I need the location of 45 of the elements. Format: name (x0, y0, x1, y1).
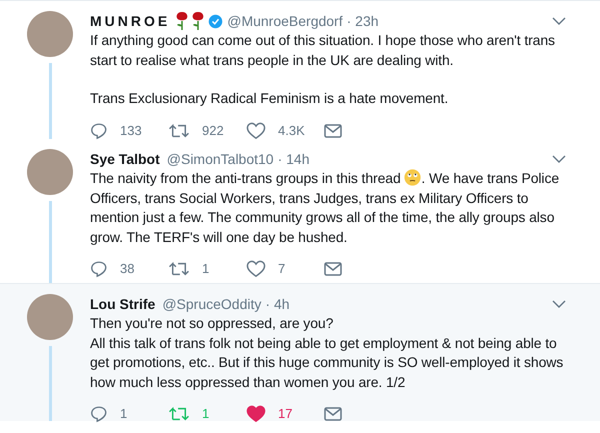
tweet-text: If anything good can come out of this situation. I hope those who aren't trans start to realise what trans people in the UK are dealing with. (90, 31, 556, 70)
tweet-time[interactable]: · 23h (346, 11, 379, 31)
heart-icon (246, 122, 266, 140)
message-button[interactable] (324, 122, 342, 138)
reply-icon (90, 405, 108, 423)
avatar[interactable] (27, 294, 73, 340)
retweet-button[interactable]: 922 (168, 120, 246, 140)
like-button[interactable]: 4.3K (246, 120, 324, 140)
like-button[interactable]: 17 (246, 404, 324, 424)
reply-icon (90, 122, 108, 140)
reply-button[interactable]: 133 (90, 120, 168, 140)
retweet-icon (168, 405, 190, 423)
like-button[interactable]: 7 (246, 259, 324, 279)
user-name[interactable]: MUNROE (90, 11, 170, 31)
retweet-icon (168, 260, 190, 278)
reply-button[interactable]: 1 (90, 404, 168, 424)
heart-icon (246, 260, 266, 278)
rose-icon (175, 11, 190, 31)
reply-button[interactable]: 38 (90, 259, 168, 279)
chevron-down-icon[interactable] (552, 16, 566, 26)
retweet-button[interactable]: 1 (168, 259, 246, 279)
message-button[interactable] (324, 261, 342, 277)
retweet-icon (168, 122, 190, 140)
tweet-time[interactable]: · 4h (265, 294, 290, 314)
heart-icon (246, 405, 266, 423)
tweet-text: Trans Exclusionary Radical Feminism is a hate movement. (90, 89, 450, 108)
tweet-text: The naivity from the anti-trans groups in this thread . We have trans Police Officers, trans Social Workers, trans Judges, trans ex Military Officers to mention just a few. The community grows all of the time, the ally groups also grow. The TERF's will one day be hushed. (90, 169, 560, 247)
tweet-text: Then you're not so oppressed, are you? All this talk of trans folk not being able to get employment & not being able to get promotions, etc.. But if this huge community is SO well-employed it shows how much less oppressed than women you are. 1/2 (90, 314, 564, 392)
tweet-time[interactable]: · 14h (278, 149, 310, 169)
user-name[interactable]: Lou Strife (90, 294, 156, 314)
envelope-icon (324, 406, 342, 422)
eye-roll-emoji-icon (404, 169, 422, 186)
user-name[interactable]: Sye Talbot (90, 149, 160, 169)
chevron-down-icon[interactable] (552, 154, 566, 164)
avatar[interactable] (27, 11, 73, 57)
message-button[interactable] (324, 406, 342, 422)
user-handle[interactable]: @SpruceOddity (162, 294, 262, 314)
user-handle[interactable]: @SimonTalbot10 (166, 149, 274, 169)
avatar[interactable] (27, 149, 73, 195)
chevron-down-icon[interactable] (552, 299, 566, 309)
user-handle[interactable]: @MunroeBergdorf (227, 11, 343, 31)
rose-icon (191, 11, 206, 31)
envelope-icon (324, 261, 342, 277)
reply-icon (90, 260, 108, 278)
envelope-icon (324, 122, 342, 138)
